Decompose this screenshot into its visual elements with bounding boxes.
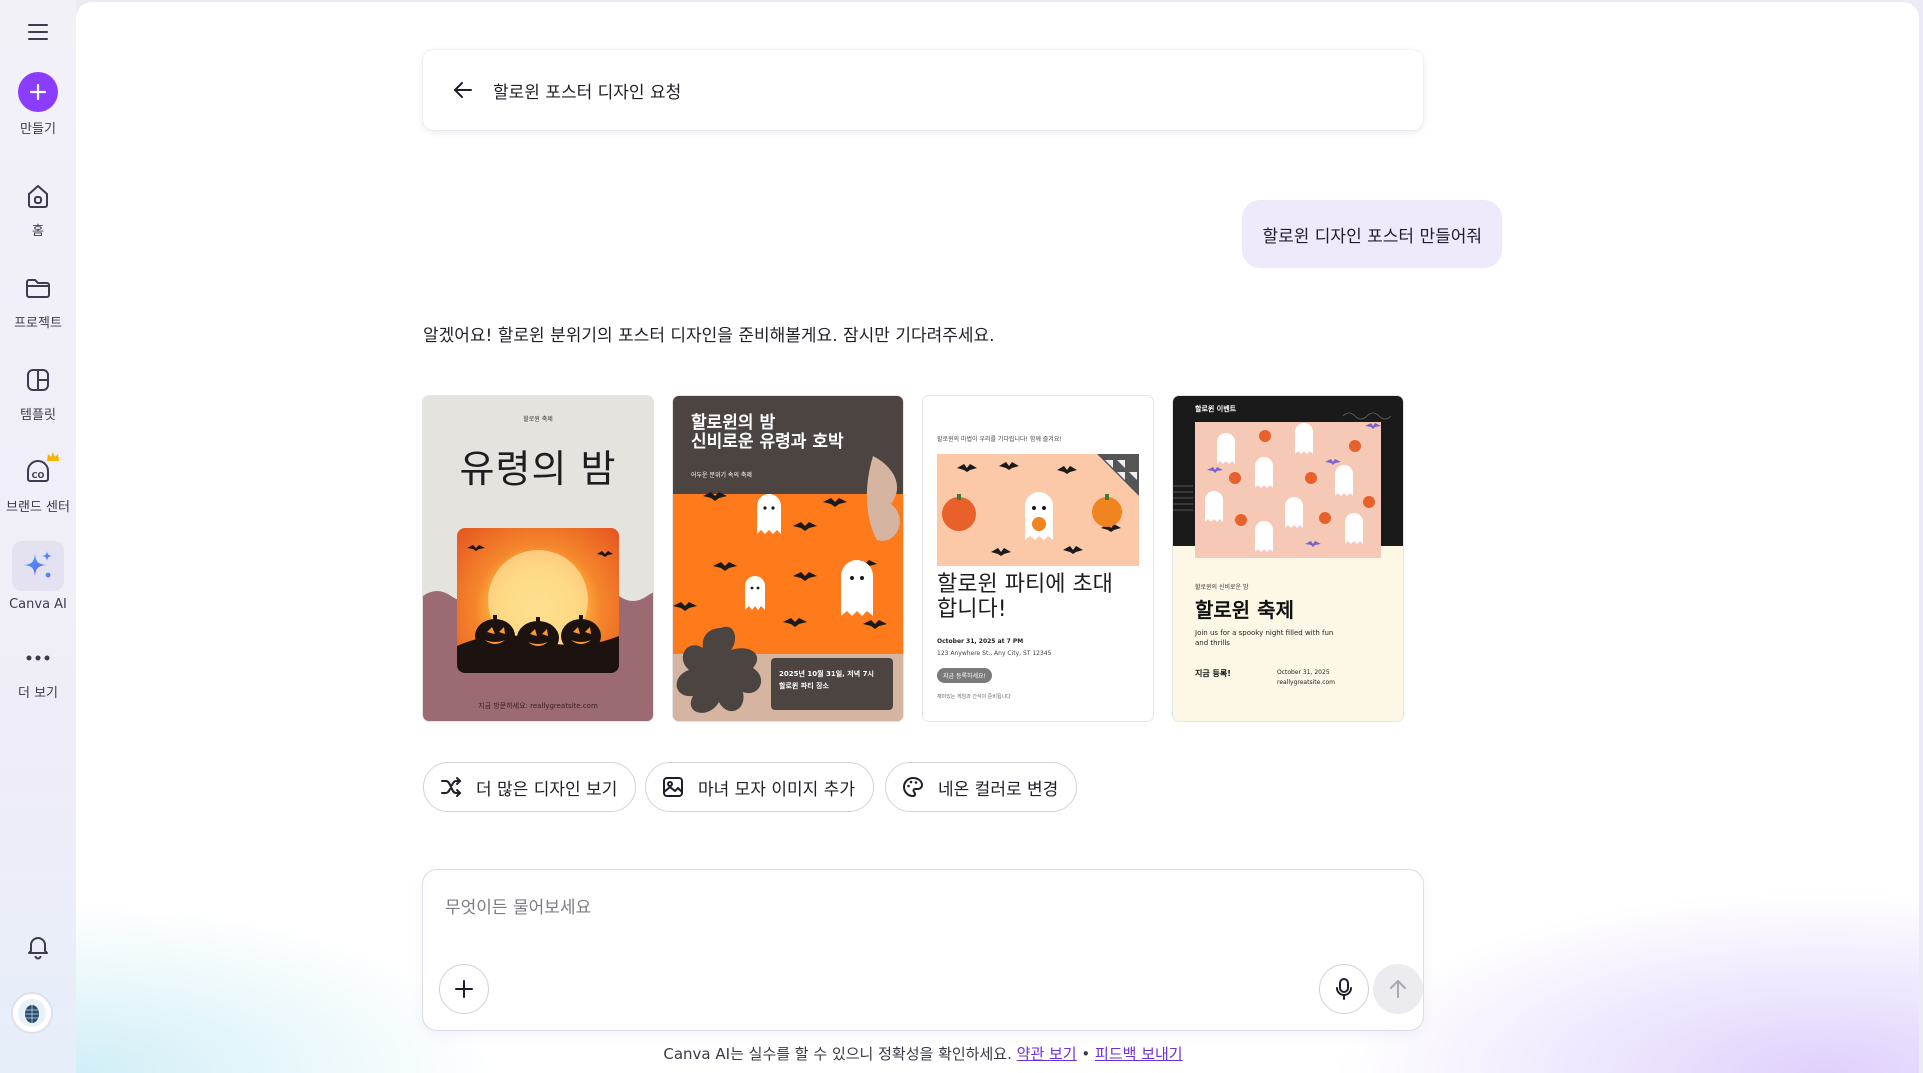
- page-title: 할로윈 포스터 디자인 요청: [493, 82, 682, 103]
- card-title-1: 할로윈의 밤 신비로운 유령과 호박: [691, 413, 844, 452]
- sidebar-item-label: 홈: [32, 224, 44, 239]
- menu-button[interactable]: [0, 14, 76, 50]
- attach-button[interactable]: [439, 964, 489, 1014]
- pumpkin-moon-illustration: [457, 528, 619, 673]
- template-icon: [20, 362, 56, 398]
- card-date-box: 2025년 10월 31일, 저녁 7시 할로윈 파티 장소: [771, 658, 893, 710]
- card-intro: 할로윈의 마법이 우리를 기다립니다! 함께 즐겨요!: [937, 436, 1062, 443]
- sidebar-item-create[interactable]: 만들기: [0, 72, 76, 137]
- suggestion-more-designs[interactable]: 더 많은 디자인 보기: [423, 762, 637, 812]
- chip-label: 더 많은 디자인 보기: [476, 779, 618, 800]
- suggestion-add-witch-hat[interactable]: 마녀 모자 이미지 추가: [645, 762, 874, 812]
- splat-shape: [676, 626, 762, 713]
- card-register: 지금 등록!: [1195, 669, 1231, 678]
- terms-link[interactable]: 약관 보기: [1017, 1045, 1077, 1063]
- svg-text:CO: CO: [32, 471, 45, 480]
- bell-icon: [20, 928, 56, 964]
- card-tag: 할로윈 이벤트: [1195, 405, 1237, 413]
- send-button[interactable]: [1373, 964, 1423, 1014]
- card-subtitle: 어두운 분위기 속의 축제: [691, 472, 752, 479]
- voice-button[interactable]: [1319, 964, 1369, 1014]
- sidebar-item-label: 템플릿: [20, 408, 56, 423]
- sidebar-item-label: 더 보기: [17, 686, 58, 701]
- folder-icon: [20, 270, 56, 306]
- card-title: 할로윈 파티에 초대 합니다!: [937, 572, 1113, 622]
- card-footer: 지금 방문하세요: reallygreatsite.com: [478, 702, 598, 710]
- sidebar-item-label: 만들기: [20, 122, 56, 137]
- design-card-1[interactable]: 할로윈 축제 유령의 밤 지금 방문하세요: reallygreatsite.c…: [423, 396, 653, 721]
- sidebar-item-projects[interactable]: 프로젝트: [0, 270, 76, 331]
- image-icon: [660, 774, 686, 800]
- user-message: 할로윈 디자인 포스터 만들어줘: [1242, 200, 1502, 268]
- palette-icon: [900, 774, 926, 800]
- card-note: 재미있는 게임과 간식이 준비됩니다: [937, 694, 1011, 700]
- card-title: 할로윈 축제: [1195, 598, 1294, 622]
- ai-message: 알겠어요! 할로윈 분위기의 포스터 디자인을 준비해볼게요. 잠시만 기다려주…: [423, 326, 995, 346]
- design-card-4[interactable]: 할로윈 이벤트 할로윈의 신비로운 밤 할로윈 축제 Join us for a…: [1173, 396, 1403, 721]
- disclaimer: Canva AI는 실수를 할 수 있으니 정확성을 확인하세요. 약관 보기 …: [663, 1045, 1183, 1063]
- shuffle-icon: [438, 774, 464, 800]
- feedback-link[interactable]: 피드백 보내기: [1095, 1045, 1183, 1063]
- card-image-ghost-pattern: [1195, 422, 1381, 558]
- hamburger-icon: [20, 14, 56, 50]
- chat-input[interactable]: [445, 898, 1345, 918]
- crown-icon: [46, 448, 60, 467]
- more-icon: [20, 640, 56, 676]
- pinecone-avatar-icon: [18, 999, 46, 1027]
- conversation-header: 할로윈 포스터 디자인 요청: [423, 50, 1423, 130]
- home-icon: [20, 178, 56, 214]
- arrow-up-icon: [1390, 980, 1406, 998]
- plus-icon: [18, 72, 58, 112]
- notifications-button[interactable]: [0, 928, 76, 964]
- sidebar-item-more[interactable]: 더 보기: [0, 640, 76, 701]
- card-title: 유령의 밤: [459, 447, 617, 491]
- sparkle-icon: [12, 541, 64, 591]
- sidebar-item-label: 프로젝트: [14, 316, 62, 331]
- card-description: Join us for a spooky night filled with f…: [1195, 629, 1334, 647]
- card-date-site: October 31, 2025 reallygreatsite.com: [1277, 669, 1336, 686]
- suggestion-neon-colors[interactable]: 네온 컬러로 변경: [885, 762, 1078, 812]
- card-tag: 할로윈 축제: [523, 416, 553, 423]
- sidebar-item-canva-ai[interactable]: Canva AI: [0, 541, 76, 612]
- chip-label: 마녀 모자 이미지 추가: [698, 779, 855, 800]
- card-address: 123 Anywhere St., Any City, ST 12345: [937, 650, 1052, 657]
- plus-icon: [455, 980, 473, 998]
- sidebar-item-brand[interactable]: CO 브랜드 센터: [0, 452, 76, 515]
- design-card-2[interactable]: 할로윈의 밤 신비로운 유령과 호박 어두운 분위기 속의 축제 2025년 1…: [673, 396, 903, 721]
- card-image-pumpkins-ghost: [937, 454, 1139, 566]
- sidebar-item-home[interactable]: 홈: [0, 178, 76, 239]
- sidebar-item-label: Canva AI: [9, 597, 67, 612]
- microphone-icon: [1336, 978, 1352, 1000]
- card-cta: 지금 등록하세요!: [937, 668, 992, 683]
- back-arrow-icon[interactable]: [451, 78, 475, 102]
- chip-label: 네온 컬러로 변경: [938, 779, 1059, 800]
- card-date: October 31, 2025 at 7 PM: [937, 638, 1024, 645]
- avatar[interactable]: [11, 992, 53, 1034]
- chat-composer: [423, 870, 1423, 1030]
- sidebar: 만들기 홈 프로젝트 템플릿 CO 브랜드 센터 Canva AI 더 보기: [0, 0, 76, 1073]
- sidebar-item-templates[interactable]: 템플릿: [0, 362, 76, 423]
- card-subtitle: 할로윈의 신비로운 밤: [1195, 584, 1249, 591]
- sidebar-item-label: 브랜드 센터: [6, 500, 70, 515]
- design-card-3[interactable]: 할로윈의 마법이 우리를 기다립니다! 함께 즐겨요! 할로윈 파티에 초대 합…: [923, 396, 1153, 721]
